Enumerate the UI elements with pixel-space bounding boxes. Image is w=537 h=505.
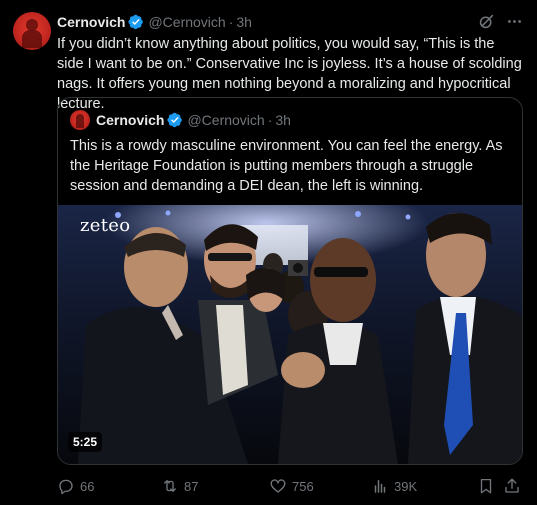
quoted-author-name: Cernovich [96, 112, 165, 128]
quoted-tweet-text: This is a rowdy masculine environment. Y… [70, 138, 503, 194]
quoted-tweet-header: Cernovich @Cernovich · 3h [70, 110, 291, 130]
more-icon[interactable] [505, 12, 523, 30]
quoted-author-avatar [70, 110, 90, 130]
grok-icon[interactable] [477, 12, 495, 30]
top-actions [477, 12, 523, 30]
video-duration: 5:25 [68, 432, 103, 452]
reply-button[interactable]: 66 [57, 476, 94, 496]
bookmark-icon [480, 478, 492, 494]
views-count: 39K [394, 478, 418, 494]
video-watermark: zeteo [80, 215, 131, 236]
tweet-time[interactable]: 3h [236, 14, 252, 30]
video-player[interactable]: zeteo 5:25 [58, 205, 522, 464]
verified-badge-icon [128, 14, 144, 30]
like-button[interactable]: 756 [269, 476, 314, 496]
quoted-tweet[interactable]: Cernovich @Cernovich · 3h This is a rowd… [57, 97, 523, 465]
tweet-actions: 66 87 756 39K [57, 476, 523, 496]
reply-icon [59, 479, 73, 495]
repost-icon [164, 480, 176, 492]
quoted-author-handle: @Cernovich [187, 112, 265, 128]
tweet-header: Cernovich @Cernovich · 3h [57, 13, 252, 31]
views-button[interactable]: 39K [371, 476, 417, 496]
separator-dot: · [267, 112, 273, 128]
author-name[interactable]: Cernovich [57, 14, 125, 30]
repost-button[interactable]: 87 [161, 476, 198, 496]
verified-badge-icon [167, 112, 183, 128]
heart-icon [270, 479, 286, 493]
share-icon [505, 478, 519, 493]
tweet: Cernovich @Cernovich · 3h If you didn’t … [0, 0, 537, 505]
author-handle[interactable]: @Cernovich [148, 14, 225, 30]
like-count: 756 [292, 478, 314, 494]
bookmark-button[interactable] [477, 476, 495, 496]
views-icon [374, 480, 386, 493]
quoted-tweet-time: 3h [275, 112, 291, 128]
repost-count: 87 [184, 478, 199, 494]
separator-dot: · [228, 14, 234, 30]
share-button[interactable] [503, 476, 521, 496]
author-avatar[interactable] [13, 12, 51, 50]
reply-count: 66 [80, 478, 95, 494]
video-frame [58, 205, 522, 464]
